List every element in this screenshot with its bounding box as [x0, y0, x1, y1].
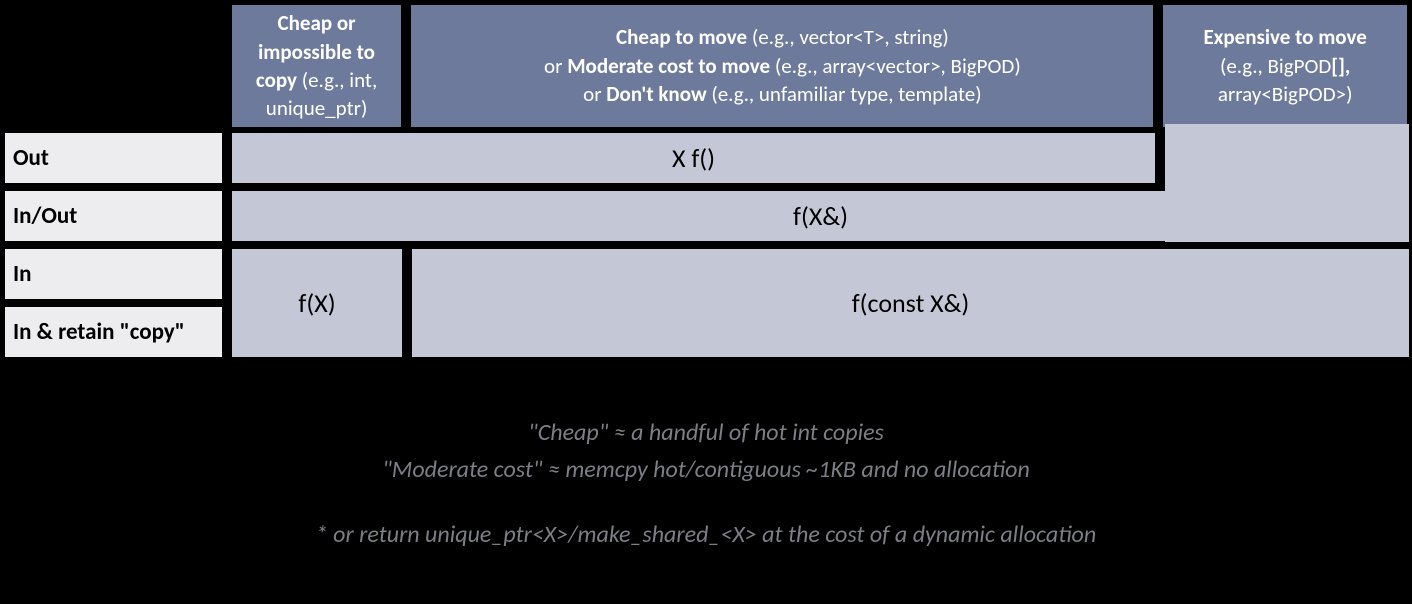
txt: impossible to — [258, 39, 375, 65]
footer-notes: "Cheap" ≈ a handful of hot int copies "M… — [0, 414, 1412, 554]
txt: (e.g., vector<T>, string) — [747, 24, 949, 50]
header-col1: Cheap or impossible to copy (e.g., int, … — [232, 5, 402, 127]
txt: [], — [1331, 53, 1350, 79]
txt: Cheap or — [278, 10, 356, 36]
txt: copy — [256, 67, 297, 93]
row-label-inout: In/Out — [5, 191, 222, 241]
cell-inout: f(X&) — [232, 191, 1409, 241]
txt: Moderate cost to move — [567, 53, 770, 79]
row-label-out: Out — [5, 133, 222, 183]
row-label-in-retain: In & retain "copy" — [5, 307, 222, 357]
txt: (e.g., int, — [297, 67, 377, 93]
param-passing-table: Cheap or impossible to copy (e.g., int, … — [5, 5, 1407, 361]
footer-line3: * or return unique_ptr<X>/make_shared_<X… — [0, 516, 1412, 553]
cell-in-col23: f(const X&) — [412, 249, 1409, 357]
footer-line1: "Cheap" ≈ a handful of hot int copies — [0, 414, 1412, 451]
row-label-in: In — [5, 249, 222, 299]
txt: or — [544, 53, 567, 79]
txt: (e.g., BigPOD — [1220, 53, 1331, 79]
row-labels: Out In/Out In In & retain "copy" — [5, 133, 222, 357]
header-row: Cheap or impossible to copy (e.g., int, … — [5, 5, 1407, 127]
txt: Don't know — [606, 81, 706, 107]
txt: unique_ptr) — [266, 95, 368, 121]
cell-in-col1: f(X) — [232, 249, 402, 357]
txt: or — [583, 81, 606, 107]
table-body: Out In/Out In In & retain "copy" X f() f… — [5, 127, 1407, 361]
txt: (e.g., unfamiliar type, template) — [707, 81, 982, 107]
header-col2: Cheap to move (e.g., vector<T>, string) … — [411, 5, 1153, 127]
header-blank — [5, 5, 222, 127]
footer-line2: "Moderate cost" ≈ memcpy hot/contiguous … — [0, 451, 1412, 488]
header-col3: Expensive to move (e.g., BigPOD[], array… — [1163, 5, 1407, 127]
txt: Cheap to move — [616, 24, 747, 50]
txt: (e.g., array<vector>, BigPOD) — [770, 53, 1021, 79]
cell-out: X f() — [232, 133, 1155, 183]
txt: array<BigPOD>) — [1218, 81, 1353, 107]
txt: Expensive to move — [1204, 24, 1367, 50]
